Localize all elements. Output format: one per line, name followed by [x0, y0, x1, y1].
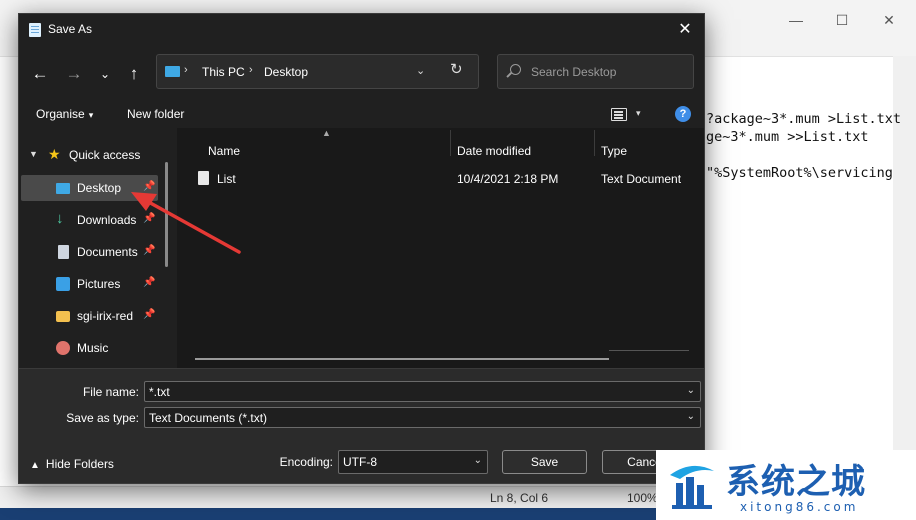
horizontal-scrollbar[interactable] — [195, 358, 609, 360]
pin-icon[interactable]: 📌 — [143, 245, 155, 256]
editor-line: ge~3*.mum >>List.txt — [706, 129, 869, 145]
dialog-close-button[interactable]: ✕ — [673, 18, 697, 42]
downloads-icon: ↓ — [56, 210, 64, 227]
editor-line: "%SystemRoot%\servicing — [706, 165, 893, 181]
star-icon: ★ — [48, 146, 61, 162]
watermark-text: 系统之城 — [726, 462, 866, 502]
maximize-button[interactable]: ☐ — [819, 8, 865, 32]
sidebar-item-desktop[interactable]: Desktop 📌 — [21, 175, 158, 201]
column-divider[interactable] — [594, 130, 595, 156]
pictures-icon — [56, 277, 70, 291]
sidebar-item-music[interactable]: Music — [19, 335, 159, 361]
hide-folders-label: Hide Folders — [45, 457, 114, 471]
view-options-icon[interactable] — [611, 108, 627, 121]
sidebar-item-documents[interactable]: Documents 📌 — [19, 239, 159, 265]
help-icon[interactable]: ? — [675, 106, 691, 122]
breadcrumb-desktop[interactable]: Desktop — [264, 65, 308, 79]
pin-icon[interactable]: 📌 — [143, 213, 155, 224]
notepad-icon — [29, 23, 41, 37]
chevron-down-icon[interactable]: ▼ — [29, 149, 38, 159]
search-input[interactable] — [531, 63, 681, 81]
sidebar-item-downloads[interactable]: ↓ Downloads 📌 — [19, 207, 159, 233]
save-as-type-label: Save as type: — [66, 411, 139, 425]
sidebar-item-quick-access[interactable]: ▼ ★ Quick access — [19, 142, 159, 168]
column-header-type[interactable]: Type — [601, 144, 627, 158]
address-dropdown-icon[interactable]: ⌄ — [416, 64, 425, 77]
encoding-value: UTF-8 — [343, 455, 377, 469]
chevron-down-icon[interactable]: ⌄ — [474, 455, 482, 466]
sidebar-item-label: Desktop — [77, 181, 122, 195]
dialog-title: Save As — [48, 22, 93, 36]
file-name-value: *.txt — [149, 385, 170, 399]
watermark: 系统之城 xitong86.com — [656, 450, 916, 520]
file-name-field[interactable]: *.txt ⌄ — [144, 381, 701, 402]
chevron-down-icon[interactable]: ⌄ — [687, 411, 695, 422]
dialog-titlebar: Save As ✕ — [19, 14, 704, 46]
save-as-type-value: Text Documents (*.txt) — [149, 411, 268, 425]
this-pc-icon — [165, 66, 180, 77]
save-as-type-select[interactable]: Text Documents (*.txt) ⌄ — [144, 407, 701, 428]
save-button[interactable]: Save — [502, 450, 587, 474]
column-header-date-modified[interactable]: Date modified — [457, 144, 531, 158]
chevron-right-icon[interactable]: › — [249, 64, 253, 76]
watermark-logo-icon — [670, 465, 714, 509]
chevron-right-icon[interactable]: › — [184, 64, 188, 76]
pin-icon[interactable]: 📌 — [143, 309, 155, 320]
caret-down-icon: ▾ — [88, 110, 94, 120]
sidebar-item-label: Quick access — [69, 148, 141, 162]
text-file-icon — [198, 171, 209, 185]
desktop-icon — [56, 183, 70, 194]
file-name: List — [217, 172, 236, 186]
address-bar[interactable]: › This PC › Desktop ⌄ — [156, 54, 479, 89]
sidebar-item-sgi-irix-red[interactable]: sgi-irix-red 📌 — [19, 303, 159, 329]
navigation-pane: ▼ ★ Quick access Desktop 📌 ↓ Downloads 📌… — [19, 128, 169, 368]
save-options-panel: File name: *.txt ⌄ Save as type: Text Do… — [19, 368, 704, 483]
sidebar-item-label: Pictures — [77, 277, 121, 291]
cursor-position: Ln 8, Col 6 — [490, 491, 549, 505]
editor-line: ?ackage~3*.mum >List.txt — [706, 111, 902, 127]
search-box[interactable] — [497, 54, 694, 89]
sort-ascending-icon: ▲ — [322, 128, 331, 138]
column-header-name[interactable]: Name — [208, 144, 240, 158]
organise-label: Organise — [36, 107, 85, 121]
sidebar-item-label: Documents — [77, 245, 138, 259]
folder-icon — [56, 311, 70, 322]
search-icon — [510, 64, 521, 75]
music-icon — [56, 341, 70, 355]
encoding-select[interactable]: UTF-8 ⌄ — [338, 450, 488, 474]
refresh-icon[interactable]: ↻ — [450, 60, 463, 78]
close-button[interactable]: ✕ — [866, 8, 912, 32]
recent-locations-button[interactable]: ⌄ — [93, 62, 117, 86]
pin-icon[interactable]: 📌 — [143, 181, 155, 192]
file-row[interactable]: List 10/4/2021 2:18 PM Text Document — [195, 166, 700, 190]
save-as-dialog: Save As ✕ ← → ⌄ ↑ › This PC › Desktop ⌄ … — [18, 13, 705, 484]
zoom-level: 100% — [627, 491, 658, 505]
encoding-label: Encoding: — [279, 455, 333, 469]
forward-button[interactable]: → — [62, 62, 86, 86]
navpane-scrollbar[interactable] — [165, 162, 168, 267]
documents-icon — [58, 245, 69, 259]
back-button[interactable]: ← — [28, 62, 52, 86]
chevron-down-icon[interactable]: ⌄ — [687, 385, 695, 396]
watermark-url: xitong86.com — [740, 500, 859, 514]
breadcrumb-this-pc[interactable]: This PC — [202, 65, 245, 79]
new-folder-button[interactable]: New folder — [127, 107, 184, 121]
organise-button[interactable]: Organise ▾ — [36, 107, 93, 121]
up-button[interactable]: ↑ — [122, 62, 146, 86]
sidebar-item-label: Downloads — [77, 213, 137, 227]
sidebar-item-label: Music — [77, 341, 109, 355]
file-name-label: File name: — [82, 385, 139, 399]
caret-down-icon[interactable]: ▾ — [636, 108, 641, 119]
sidebar-item-label: sgi-irix-red — [77, 309, 134, 323]
column-divider[interactable] — [450, 130, 451, 156]
chevron-up-icon: ▲ — [30, 460, 40, 471]
scrollbar-track — [609, 350, 689, 351]
minimize-button[interactable]: — — [773, 8, 819, 32]
sidebar-item-pictures[interactable]: Pictures 📌 — [19, 271, 159, 297]
file-type: Text Document — [601, 172, 682, 186]
hide-folders-button[interactable]: ▲ Hide Folders — [30, 457, 114, 471]
file-date: 10/4/2021 2:18 PM — [457, 172, 559, 186]
file-list: ▲ Name Date modified Type List 10/4/2021… — [177, 128, 704, 368]
pin-icon[interactable]: 📌 — [143, 277, 155, 288]
